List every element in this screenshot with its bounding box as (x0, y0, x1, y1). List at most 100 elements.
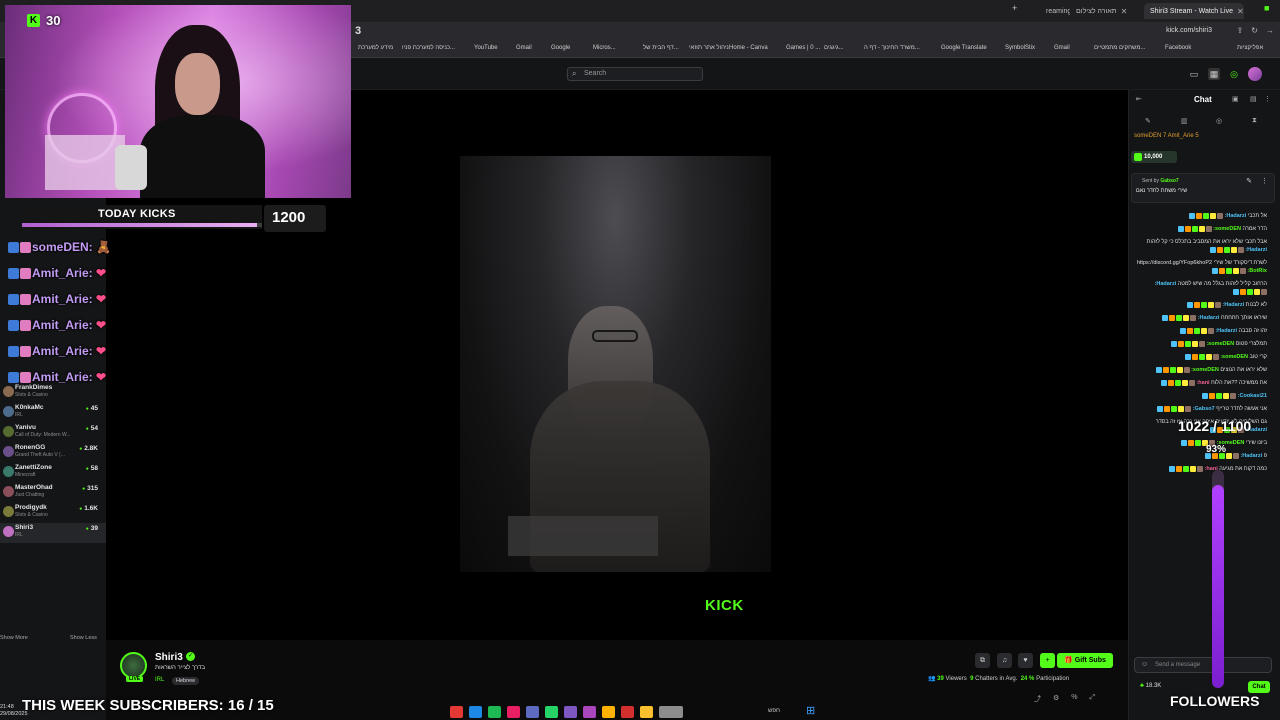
bookmark-item[interactable]: Gmail (1054, 45, 1070, 51)
collapse-chat-icon[interactable]: ⇤ (1136, 95, 1142, 103)
sidebar-channel[interactable]: RonenGGGrand Theft Auto V (... 2.8K (0, 443, 106, 463)
chat-username[interactable]: Gabso7: (1193, 406, 1215, 412)
spotify-icon[interactable] (488, 706, 501, 718)
more-icon[interactable]: ⋮ (1261, 177, 1268, 185)
pin-icon[interactable]: ✎ (1246, 177, 1252, 185)
percent-icon[interactable]: % (1071, 694, 1077, 704)
chat-settings-icon[interactable]: ▣ (1232, 95, 1239, 103)
chat-username[interactable]: hani: (1196, 380, 1209, 386)
chat-message[interactable]: הדר אמרה someDEN: (1129, 223, 1271, 236)
bookmark-item[interactable]: אפליקציות (1237, 45, 1263, 51)
chat-username[interactable]: Hadarzi: (1245, 247, 1267, 253)
app-icon[interactable] (507, 706, 520, 718)
sidebar-channel[interactable]: YanivuCall of Duty: Modern W... 54 (0, 423, 106, 443)
message-icon[interactable]: ◎ (1216, 117, 1222, 125)
bookmark-item[interactable]: ניהול אתר תוזאי (689, 45, 729, 51)
language-tag[interactable]: Hebrew (172, 677, 199, 685)
windows-start-icon[interactable]: ⊞ (806, 704, 815, 717)
chat-username[interactable]: Hadarzi: (1198, 315, 1220, 321)
hourglass-icon[interactable]: ⧗ (1252, 117, 1257, 125)
clip-icon[interactable]: ⧉ (975, 653, 990, 668)
chat-popout-icon[interactable]: ▤ (1250, 95, 1257, 103)
kicks-badge[interactable]: 10,000 (1131, 151, 1177, 163)
trash-icon[interactable]: ▥ (1181, 117, 1188, 125)
chat-message[interactable]: Cookasi21: (1129, 390, 1271, 403)
sidebar-channel[interactable]: FrankDimes Slots & Casino (0, 383, 106, 403)
app-icon[interactable] (469, 706, 482, 718)
bookmark-item[interactable]: Google Translate (941, 45, 987, 51)
folder-icon[interactable] (602, 706, 615, 718)
chat-message[interactable]: זהו זה סבבה Hadarzi: (1129, 325, 1271, 338)
bookmark-item[interactable]: כניסה למערכת פניו... (402, 45, 455, 51)
reload-icon[interactable]: ↻ (1251, 26, 1258, 35)
chat-message[interactable]: אל תכבי Hadarzi: (1129, 210, 1271, 223)
bookmark-item[interactable]: מידע למערכת (358, 45, 393, 51)
chat-username[interactable]: BotRix: (1247, 268, 1267, 274)
chrome-icon[interactable] (640, 706, 653, 718)
forward-icon[interactable]: → (1266, 26, 1274, 35)
chat-username[interactable]: Hadarzi: (1240, 453, 1262, 459)
bookmark-item[interactable]: משחקים מתמטיים... (1094, 45, 1146, 51)
chat-message[interactable]: לשרת דיסקורד של שירי https://discord.gg/… (1129, 257, 1271, 278)
bookmark-item[interactable]: Micros... (593, 45, 616, 51)
close-icon[interactable]: ✕ (1237, 7, 1244, 16)
app-icon[interactable] (564, 706, 577, 718)
follow-plus-icon[interactable]: + (1040, 653, 1055, 668)
layout-icon[interactable]: ▦ (1208, 68, 1220, 80)
app-icon[interactable] (659, 706, 683, 718)
sidebar-channel[interactable]: MasterOhadJust Chatting 315 (0, 483, 106, 503)
chat-message[interactable]: שלא יראו את הנוצים someDEN: (1129, 364, 1271, 377)
chat-username[interactable]: someDEN: (1213, 226, 1241, 232)
sidebar-channel[interactable]: Shiri3IRL 39 (0, 523, 106, 543)
close-icon[interactable]: ✕ (1121, 7, 1128, 16)
sidebar-channel[interactable]: K0nkaMcIRL 45 (0, 403, 106, 423)
user-avatar[interactable] (1248, 67, 1262, 81)
new-tab-icon[interactable]: + (1012, 3, 1017, 13)
show-more-link[interactable]: Show More (0, 635, 28, 641)
chat-username[interactable]: Hadarzi: (1155, 281, 1177, 287)
bookmark-item[interactable]: Facebook (1165, 45, 1191, 51)
chat-message[interactable]: הרחוב קליל לזהות בגלל מה שיש למטה Hadarz… (1129, 278, 1271, 299)
pin-icon[interactable]: ✎ (1145, 117, 1151, 125)
taskbar-search[interactable]: חפש (768, 708, 780, 714)
bookmark-item[interactable]: Home - Canva (729, 45, 768, 51)
chat-username[interactable]: someDEN: (1191, 367, 1219, 373)
chat-message[interactable]: ביונו שירי someDEN: (1129, 437, 1271, 450)
gift-subs-button[interactable]: 🎁 Gift Subs (1057, 653, 1113, 668)
bookmark-item[interactable]: Google (551, 45, 570, 51)
chat-username[interactable]: Hadarzi: (1225, 213, 1247, 219)
chat-message[interactable]: את ממשיכה ??את הלוח hani: (1129, 377, 1271, 390)
chat-username[interactable]: Cookasi21: (1238, 393, 1267, 399)
chat-send-button[interactable]: Chat (1248, 681, 1270, 693)
bookmark-item[interactable]: משרד החינוך - דף ה... (864, 45, 920, 51)
streamer-name[interactable]: Shiri3 (155, 652, 183, 663)
app-icon[interactable] (526, 706, 539, 718)
app-icon[interactable] (583, 706, 596, 718)
share-icon[interactable]: ⇪ (1237, 26, 1244, 35)
chat-message[interactable]: קרי טוב someDEN: (1129, 351, 1271, 364)
app-icon[interactable] (450, 706, 463, 718)
category-link[interactable]: IRL (155, 677, 164, 683)
expand-icon[interactable]: ⤢ (1090, 694, 1096, 704)
browser-tab[interactable]: תאורה לצילום ✕ (1070, 3, 1140, 19)
bookmark-item[interactable]: גיגגים... (824, 45, 844, 51)
bell-icon[interactable]: ♫ (997, 653, 1012, 668)
chat-message[interactable]: שיראו אותך חחחחח Hadarzi: (1129, 312, 1271, 325)
bookmark-item[interactable]: SymbolStix (1005, 45, 1035, 51)
settings-icon[interactable]: ⚙ (1053, 694, 1059, 704)
bookmark-item[interactable]: Games | 0 ... (786, 45, 820, 51)
browser-tab-active[interactable]: Shiri3 Stream - Watch Live ✕ (1144, 3, 1244, 19)
chat-message[interactable]: אני אעשה לחדר טרייף Gabso7: (1129, 403, 1271, 416)
chat-message[interactable]: תמלצרי פטוס someDEN: (1129, 338, 1271, 351)
chat-menu-icon[interactable]: ⋮ (1264, 95, 1271, 103)
chat-input[interactable]: ☺ Send a message (1134, 657, 1272, 673)
streamer-avatar[interactable] (120, 652, 147, 679)
show-less-link[interactable]: Show Less (70, 635, 97, 641)
chat-username[interactable]: Hadarzi: (1215, 328, 1237, 334)
chat-message[interactable]: כמה דקות את מגיעה hani: (1129, 463, 1271, 476)
bookmark-item[interactable]: Gmail (516, 45, 532, 51)
chat-message[interactable]: לא לבנות Hadarzi: (1129, 299, 1271, 312)
bookmark-item[interactable]: דף הבית של... (643, 45, 679, 51)
url-text[interactable]: kick.com/shiri3 (1166, 27, 1212, 34)
heart-icon[interactable]: ♥ (1018, 653, 1033, 668)
